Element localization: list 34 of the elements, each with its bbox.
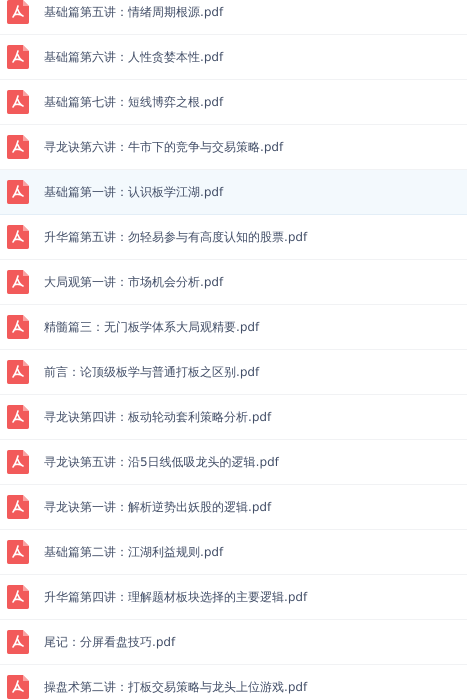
file-name: 基础篇第五讲：情绪周期根源.pdf <box>44 4 224 20</box>
pdf-file-icon <box>7 540 29 564</box>
pdf-file-icon <box>7 675 29 699</box>
pdf-file-icon <box>7 630 29 654</box>
file-name: 基础篇第二讲：江湖利益规则.pdf <box>44 544 224 560</box>
file-name: 寻龙诀第五讲：沿5日线低吸龙头的逻辑.pdf <box>44 454 279 470</box>
pdf-file-icon <box>7 225 29 249</box>
pdf-file-icon <box>7 0 29 24</box>
file-name: 升华篇第四讲：理解题材板块选择的主要逻辑.pdf <box>44 588 308 606</box>
pdf-file-icon <box>7 495 29 519</box>
pdf-file-icon <box>7 90 29 114</box>
file-name: 寻龙诀第六讲：牛市下的竞争与交易策略.pdf <box>44 138 284 156</box>
file-name: 前言：论顶级板学与普通打板之区别.pdf <box>44 364 260 380</box>
file-name: 寻龙诀第四讲：板动轮动套利策略分析.pdf <box>44 408 272 426</box>
file-name: 基础篇第七讲：短线博弈之根.pdf <box>44 94 224 110</box>
pdf-file-icon <box>7 45 29 69</box>
file-row[interactable]: 基础篇第五讲：情绪周期根源.pdf <box>0 0 467 35</box>
pdf-file-icon <box>7 360 29 384</box>
pdf-file-icon <box>7 135 29 159</box>
pdf-file-icon <box>7 585 29 609</box>
pdf-file-icon <box>7 450 29 474</box>
file-name: 操盘术第二讲：打板交易策略与龙头上位游戏.pdf <box>44 678 308 696</box>
pdf-file-icon <box>7 270 29 294</box>
pdf-file-icon <box>7 405 29 429</box>
file-name: 基础篇第六讲：人性贪婪本性.pdf <box>44 48 224 66</box>
file-name: 精髓篇三：无门板学体系大局观精要.pdf <box>44 318 260 336</box>
file-name: 大局观第一讲：市场机会分析.pdf <box>44 274 224 290</box>
file-name: 尾记：分屏看盘技巧.pdf <box>44 634 176 650</box>
pdf-file-icon <box>7 180 29 204</box>
file-name: 升华篇第五讲：勿轻易参与有高度认知的股票.pdf <box>44 228 308 246</box>
file-name: 寻龙诀第一讲：解析逆势出妖股的逻辑.pdf <box>44 498 272 516</box>
file-name: 基础篇第一讲：认识板学江湖.pdf <box>44 184 224 200</box>
file-row[interactable]: 基础篇第一讲：认识板学江湖.pdf <box>0 170 467 215</box>
pdf-file-icon <box>7 315 29 339</box>
